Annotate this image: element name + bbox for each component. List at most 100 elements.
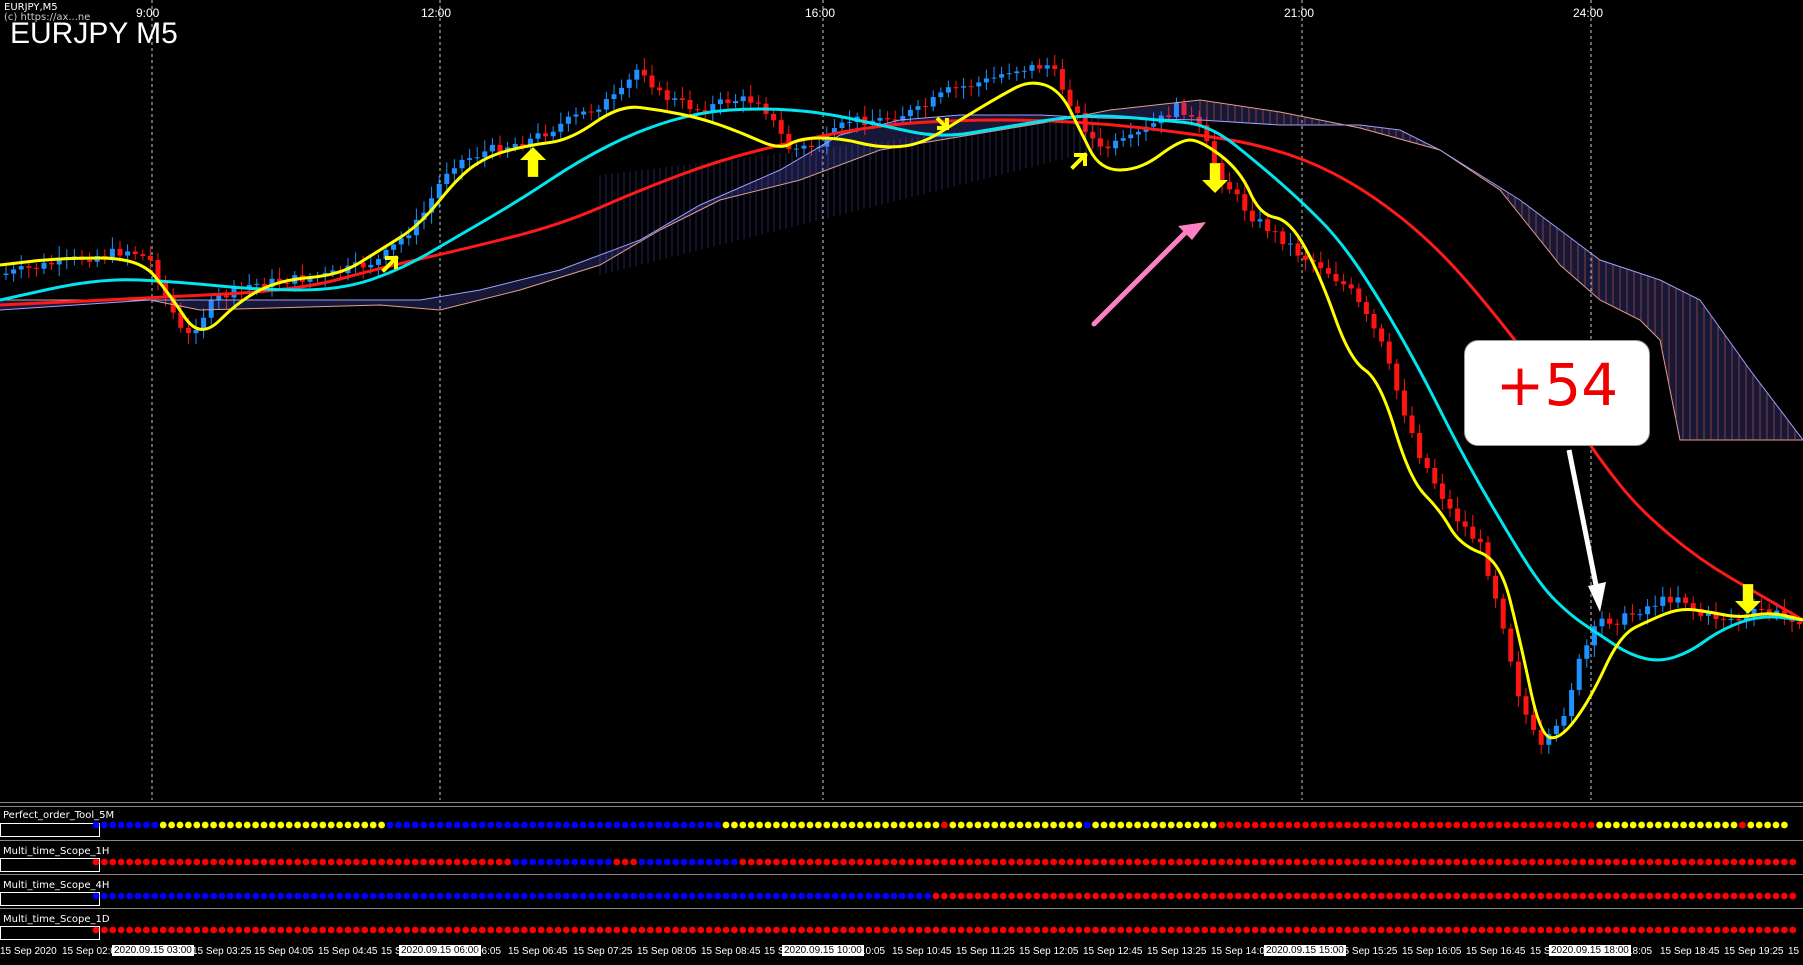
signal-dot [1545,858,1553,866]
signal-dot [722,821,730,829]
signal-dot [353,858,360,866]
signal-dot [957,926,965,934]
signal-dot [1713,858,1721,866]
signal-dot [1545,926,1553,934]
bull-candle [11,269,17,274]
subwindow-mts-1d[interactable]: Multi_time_Scope_1D [0,908,1803,943]
signal-dot [1705,926,1713,934]
signal-dot [1604,926,1612,934]
signal-dot [1503,892,1511,900]
signal-dot [445,926,453,934]
signal-dot [672,926,679,934]
bear-candle [1409,415,1415,434]
signal-dot [386,821,394,829]
signal-dot [1537,892,1545,900]
signal-dot [588,821,595,829]
subwindow-mts-4h[interactable]: Multi_time_Scope_4H [0,874,1803,909]
signal-dot [823,821,831,829]
signal-dot [453,892,461,900]
bull-candle [991,77,997,79]
signal-dot [831,858,839,866]
signal-dot [1016,821,1024,829]
bear-candle [1249,210,1255,222]
x-tick-boxed: 2020.09.15 03:00 [112,945,194,956]
signal-dot [747,821,755,829]
signal-dot [1109,926,1116,934]
signal-dot [235,926,243,934]
signal-dot [1604,892,1612,900]
signal-dot [159,892,167,900]
bull-candle [18,266,24,270]
signal-dot [1428,926,1435,934]
signal-dot [596,926,604,934]
signal-dot [1260,858,1267,866]
signal-dot [453,821,461,829]
subwindow-mts-1h[interactable]: Multi_time_Scope_1H [0,840,1803,875]
signal-dot [1243,821,1251,829]
signal-dot [521,821,528,829]
signal-dot [1092,858,1099,866]
bull-candle [1576,658,1582,690]
signal-dot [999,926,1007,934]
signal-dot [848,892,856,900]
signal-dot [1705,858,1713,866]
signal-dot [1033,892,1041,900]
signal-dot [1025,926,1032,934]
bull-candle [907,109,913,117]
signal-dot [554,858,562,866]
signal-dot [1789,892,1797,900]
bull-candle [1021,70,1027,72]
signal-dot [605,926,612,934]
signal-dot [1193,821,1200,829]
signal-dot [1344,926,1351,934]
signal-dot [1495,858,1503,866]
signal-dot [176,926,184,934]
signal-dot [369,858,377,866]
bull-candle [254,283,260,285]
signal-dot [705,858,713,866]
signal-dot [1713,821,1721,829]
bear-candle [1333,273,1339,282]
signal-dot [277,858,285,866]
subwindow-perfect-order[interactable]: Perfect_order_Tool_5M [0,806,1803,841]
signal-dot [1369,892,1377,900]
signal-dot [983,858,990,866]
signal-dot [1655,926,1662,934]
signal-dot [1310,821,1318,829]
signal-dot [1327,926,1335,934]
signal-dot [353,821,360,829]
signal-dot [529,821,537,829]
signal-dot [420,821,427,829]
signal-dot [1319,892,1326,900]
signal-dot [1755,892,1763,900]
x-tick-boxed: 2020.09.15 18:00 [1549,945,1631,956]
signal-dot [1142,892,1150,900]
x-tick: 15 Sep 04:05 [254,946,314,957]
bear-candle [140,254,146,256]
signal-dot [378,858,385,866]
signal-dot [680,858,688,866]
signal-dot [1361,858,1368,866]
bear-candle [657,87,663,91]
subwindow-label-box [0,926,100,940]
bull-candle [740,96,746,102]
signal-dot [563,892,570,900]
signal-dot [1335,821,1343,829]
signal-dot [680,821,688,829]
signal-dot [1629,892,1637,900]
signal-dot [353,892,360,900]
bull-candle [961,86,967,88]
signal-dot [613,926,621,934]
signal-dot [932,821,940,829]
time-label-24: 24:00 [1573,6,1604,20]
signal-dot [1461,926,1469,934]
signal-dot [210,821,217,829]
signal-dot [1352,821,1360,829]
main-chart[interactable]: EURJPY,M5 (c) https://ax...ne EURJPY M5 … [0,0,1803,800]
subwindow-label-box [0,823,100,837]
signal-dot [689,821,696,829]
signal-dot [1764,858,1771,866]
signal-dot [714,821,721,829]
bear-candle [1379,328,1385,342]
signal-dot [941,926,948,934]
